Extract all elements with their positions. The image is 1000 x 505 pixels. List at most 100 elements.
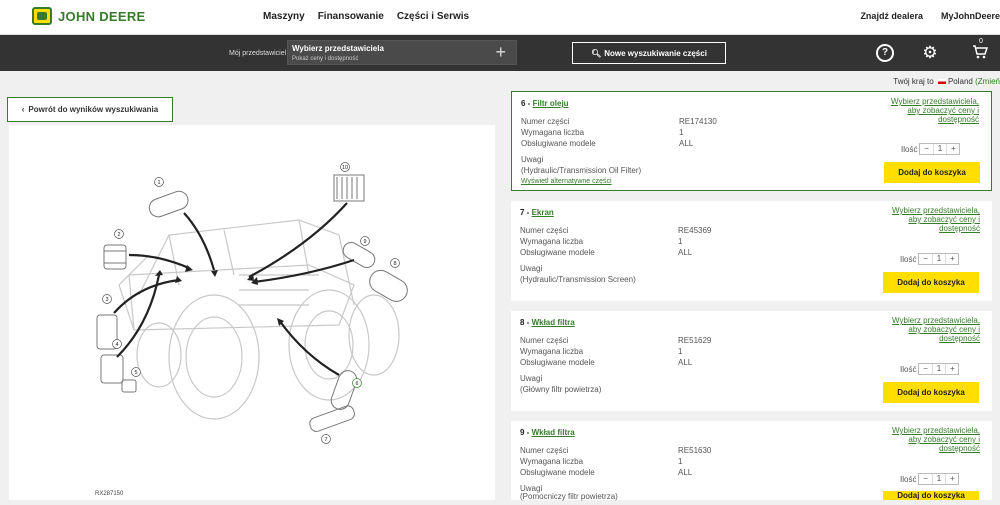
john-deere-logo[interactable]: JOHN DEERE — [32, 6, 146, 26]
part-no-label: Numer części — [520, 446, 569, 455]
help-icon[interactable]: ? — [876, 44, 894, 62]
myjohndeere-link[interactable]: MyJohnDeere — [941, 11, 1000, 21]
parts-diagram: 1 2 3 4 5 6 7 8 9 10 RX287150 — [9, 125, 495, 500]
callout-label: 10 — [342, 165, 348, 171]
add-to-cart-button[interactable]: Dodaj do koszyka — [883, 272, 979, 293]
models-value: ALL — [678, 468, 693, 477]
part-no-value: RE51630 — [678, 446, 712, 455]
rep-subtitle: Pokaż ceny i dostępność — [292, 56, 359, 62]
price-availability-link[interactable]: Wybierz przedstawiciela, aby zobaczyć ce… — [885, 206, 980, 233]
add-to-cart-button[interactable]: Dodaj do koszyka — [883, 382, 979, 403]
callout-label: 8 — [393, 261, 396, 267]
callout-label: 3 — [105, 297, 108, 303]
plus-icon[interactable]: + — [946, 254, 958, 264]
notes-label: Uwagi — [520, 374, 543, 383]
part-name-link[interactable]: Wkład filtra — [532, 318, 575, 327]
part-title: 6 - Filtr oleju — [521, 99, 569, 108]
qty-label: Ilość — [901, 144, 918, 154]
nav-parts-service[interactable]: Części i Serwis — [397, 11, 469, 22]
part-title: 9 - Wkład filtra — [520, 428, 575, 437]
models-value: ALL — [678, 358, 693, 367]
qty-req-value: 1 — [678, 347, 683, 356]
part-name-link[interactable]: Filtr oleju — [533, 99, 569, 108]
quantity-stepper: Ilość −1 + — [900, 473, 960, 485]
part-title: 7 - Ekran — [520, 208, 554, 217]
models-value: ALL — [678, 248, 693, 257]
deer-icon — [32, 7, 52, 25]
notes-value: (Główny filtr powietrza) — [520, 385, 602, 394]
models-label: Obsługiwane modele — [520, 248, 595, 257]
quantity-stepper: Ilość −1 + — [900, 363, 960, 375]
part-number-index: 7 — [520, 208, 525, 217]
minus-icon[interactable]: − — [919, 254, 931, 264]
back-label: Powrót do wyników wyszukiwania — [28, 105, 159, 114]
brand-name: JOHN DEERE — [58, 8, 146, 24]
part-name-link[interactable]: Wkład filtra — [532, 428, 575, 437]
callout-label: 4 — [115, 342, 118, 348]
chevron-left-icon: ‹ — [21, 105, 25, 114]
notes-value: (Hydraulic/Transmission Oil Filter) — [521, 166, 642, 175]
quantity-stepper: Ilość −1 + — [900, 253, 960, 265]
price-availability-link[interactable]: Wybierz przedstawiciela, aby zobaczyć ce… — [884, 97, 979, 124]
parts-toolbar: Mój przedstawiciel Wybierz przedstawicie… — [0, 35, 1000, 71]
part-card: 6 - Filtr oleju Numer części RE174130 Wy… — [511, 91, 992, 191]
models-label: Obsługiwane modele — [521, 139, 596, 148]
gear-icon[interactable]: ⚙ — [921, 44, 939, 62]
qty-input[interactable]: 1 — [931, 474, 947, 484]
country-selector: Twój kraj to Poland (Zmień — [893, 77, 1000, 86]
cart-icon[interactable] — [971, 44, 989, 62]
tractor-diagram: 1 2 3 4 5 6 7 8 9 10 RX287150 — [95, 162, 408, 497]
part-no-value: RE45369 — [678, 226, 712, 235]
qty-input[interactable]: 1 — [931, 364, 947, 374]
models-label: Obsługiwane modele — [520, 468, 595, 477]
notes-label: Uwagi — [520, 264, 543, 273]
qty-req-label: Wymagana liczba — [521, 128, 585, 137]
country-prefix: Twój kraj to — [893, 77, 934, 86]
qty-label: Ilość — [900, 474, 917, 484]
part-no-label: Numer części — [520, 226, 569, 235]
add-to-cart-button[interactable]: Dodaj do koszyka — [883, 491, 979, 500]
callout-label: 6 — [355, 381, 358, 387]
price-availability-link[interactable]: Wybierz przedstawiciela, aby zobaczyć ce… — [885, 316, 980, 343]
top-navigation: JOHN DEERE Maszyny Finansowanie Części i… — [0, 0, 1000, 35]
minus-icon[interactable]: − — [920, 144, 932, 154]
qty-input[interactable]: 1 — [931, 254, 947, 264]
callout-label: 5 — [134, 370, 137, 376]
plus-icon[interactable]: + — [946, 474, 958, 484]
part-no-value: RE174130 — [679, 117, 717, 126]
diagram-code: RX287150 — [95, 491, 124, 497]
qty-req-label: Wymagana liczba — [520, 457, 584, 466]
find-dealer-link[interactable]: Znajdź dealera — [860, 11, 923, 21]
callout-label: 7 — [324, 437, 327, 443]
change-country-link[interactable]: (Zmień — [975, 77, 1000, 86]
add-to-cart-button[interactable]: Dodaj do koszyka — [884, 162, 980, 183]
qty-input[interactable]: 1 — [932, 144, 948, 154]
new-search-button[interactable]: 🔍︎ Nowe wyszukiwanie części — [572, 42, 726, 64]
part-name-link[interactable]: Ekran — [532, 208, 554, 217]
part-card: 7 - Ekran Numer części RE45369 Wymagana … — [511, 201, 992, 301]
price-availability-link[interactable]: Wybierz przedstawiciela, aby zobaczyć ce… — [885, 426, 980, 453]
qty-req-label: Wymagana liczba — [520, 237, 584, 246]
nav-machines[interactable]: Maszyny — [263, 11, 305, 22]
callout-label: 9 — [363, 239, 366, 245]
minus-icon[interactable]: − — [919, 364, 931, 374]
part-no-value: RE51629 — [678, 336, 712, 345]
minus-icon[interactable]: − — [919, 474, 931, 484]
rep-label: Mój przedstawiciel — [229, 50, 287, 57]
plus-icon[interactable]: + — [947, 144, 959, 154]
plus-icon[interactable]: + — [946, 364, 958, 374]
models-label: Obsługiwane modele — [520, 358, 595, 367]
qty-label: Ilość — [900, 364, 917, 374]
part-title: 8 - Wkład filtra — [520, 318, 575, 327]
poland-flag-icon — [937, 79, 946, 85]
cart-count: 0 — [979, 38, 983, 45]
alternative-parts-link[interactable]: Wyświetl alternatywne części — [521, 178, 612, 185]
callout-label: 2 — [117, 232, 120, 238]
quantity-stepper: Ilość −1 + — [901, 143, 961, 155]
nav-financing[interactable]: Finansowanie — [318, 11, 384, 22]
part-card: 8 - Wkład filtra Numer części RE51629 Wy… — [511, 311, 992, 411]
select-representative[interactable]: Wybierz przedstawiciela Pokaż ceny i dos… — [287, 40, 517, 65]
back-to-results-button[interactable]: ‹ Powrót do wyników wyszukiwania — [7, 97, 173, 122]
main-menu: Maszyny Finansowanie Części i Serwis — [263, 11, 469, 22]
search-icon: 🔍︎ — [591, 48, 602, 58]
